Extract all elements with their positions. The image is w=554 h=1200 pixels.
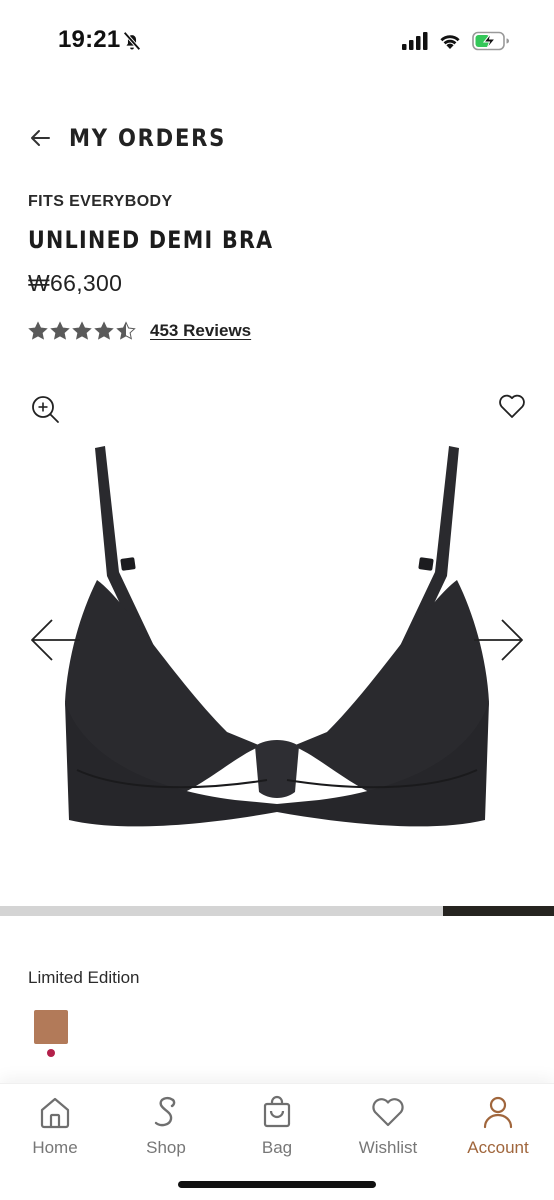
tab-label: Bag	[261, 1138, 293, 1157]
tab-account[interactable]: Account	[443, 1094, 553, 1158]
product-name: UNLINED DEMI BRA	[28, 226, 274, 254]
product-collection: FITS EVERYBODY	[28, 193, 173, 210]
battery-charging-icon	[472, 31, 509, 51]
product-image	[65, 446, 489, 827]
shop-s-icon	[154, 1097, 176, 1127]
cellular-signal-icon	[402, 32, 428, 50]
tab-bag[interactable]: Bag	[222, 1094, 332, 1158]
tab-home[interactable]: Home	[0, 1094, 110, 1158]
tab-label: Account	[467, 1138, 529, 1157]
tab-shop[interactable]: Shop	[111, 1094, 221, 1158]
bag-icon	[263, 1095, 291, 1128]
tab-label: Home	[32, 1138, 78, 1157]
gallery-progress-track	[0, 906, 554, 916]
star-icon	[94, 321, 114, 340]
star-icon	[50, 321, 70, 340]
gallery-progress-fill	[443, 906, 554, 916]
edition-label: Limited Edition	[28, 968, 140, 987]
heart-icon	[372, 1098, 404, 1127]
wifi-icon	[440, 35, 460, 49]
home-indicator	[178, 1181, 376, 1188]
heart-icon[interactable]	[498, 393, 526, 419]
home-icon	[40, 1097, 70, 1129]
back-to-orders-button[interactable]: MY ORDERS	[28, 118, 248, 158]
tab-label: Wishlist	[358, 1138, 418, 1157]
chevron-left-arrow-icon[interactable]	[28, 616, 82, 664]
page-title: MY ORDERS	[69, 124, 227, 152]
bell-off-icon	[123, 31, 141, 51]
color-swatch[interactable]	[34, 1010, 68, 1044]
status-time: 19:21	[58, 26, 121, 53]
star-icon	[116, 321, 136, 340]
star-icon	[28, 321, 48, 340]
selected-indicator	[47, 1049, 55, 1057]
chevron-right-arrow-icon[interactable]	[472, 616, 526, 664]
tab-wishlist[interactable]: Wishlist	[333, 1094, 443, 1158]
product-gallery[interactable]	[0, 380, 554, 905]
product-price: ₩66,300	[28, 270, 123, 296]
status-bar: 19:21	[0, 0, 554, 80]
person-icon	[483, 1096, 513, 1129]
star-icon	[72, 321, 92, 340]
reviews-link[interactable]: 453 Reviews	[150, 321, 251, 341]
zoom-in-icon[interactable]	[30, 394, 60, 424]
rating-row: 453 Reviews	[28, 318, 251, 344]
arrow-left-icon	[31, 130, 50, 146]
star-rating	[28, 321, 136, 341]
tab-label: Shop	[146, 1138, 186, 1157]
